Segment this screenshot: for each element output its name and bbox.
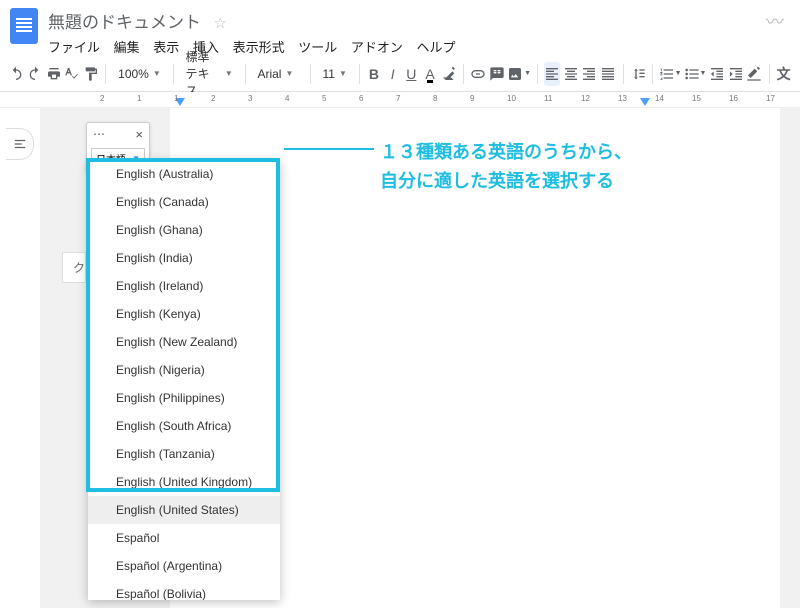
panel-drag-icon[interactable]: ⋯ [93,127,105,142]
language-option[interactable]: English (Australia) [88,160,280,188]
spellcheck-button[interactable] [64,62,81,86]
ruler-mark: 2 [211,94,215,103]
menu-view[interactable]: 表示 [153,40,179,55]
language-option[interactable]: English (Philippines) [88,384,280,412]
language-option[interactable]: Español (Argentina) [88,552,280,580]
language-dropdown[interactable]: English (Australia)English (Canada)Engli… [88,160,280,600]
redo-button[interactable] [27,62,44,86]
align-left-button[interactable] [544,62,561,86]
language-option[interactable]: English (United States) [88,496,280,524]
ruler-mark: 13 [618,94,627,103]
ruler-mark: 16 [729,94,738,103]
hint-chip: ク [62,252,86,283]
star-icon[interactable]: ☆ [213,15,226,32]
document-title[interactable]: 無題のドキュメント [48,13,201,32]
font-size-select[interactable]: 11▼ [317,67,353,81]
ruler-mark: 12 [581,94,590,103]
separator [359,64,360,84]
menu-help[interactable]: ヘルプ [416,40,455,55]
header: 無題のドキュメント ☆ ファイル 編集 表示 挿入 表示形式 ツール アドオン … [0,0,800,56]
ruler-mark: 10 [507,94,516,103]
separator [310,64,311,84]
language-option[interactable]: Español [88,524,280,552]
ruler-mark: 1 [174,94,178,103]
annotation-text: １３種類ある英語のうちから、 自分に適した英語を選択する [380,138,632,196]
language-option[interactable]: English (Ireland) [88,272,280,300]
activity-icon[interactable]: 〰 [766,8,784,34]
bulleted-list-button[interactable]: ▼ [684,62,707,86]
language-option[interactable]: English (Ghana) [88,216,280,244]
ruler-mark: 7 [396,94,400,103]
horizontal-ruler[interactable]: 21123456789101112131415161718 [0,92,800,108]
image-button[interactable]: ▼ [507,62,531,86]
docs-logo-icon[interactable] [10,8,38,44]
menu-format[interactable]: 表示形式 [233,40,285,55]
separator [652,64,653,84]
menu-tools[interactable]: ツール [298,40,337,55]
comment-button[interactable] [488,62,505,86]
separator [537,64,538,84]
language-option[interactable]: Español (Bolivia) [88,580,280,600]
indent-marker-right-icon[interactable] [640,98,650,106]
menu-edit[interactable]: 編集 [114,40,140,55]
language-option[interactable]: English (Kenya) [88,300,280,328]
menu-file[interactable]: ファイル [48,40,100,55]
align-center-button[interactable] [562,62,579,86]
ruler-mark: 5 [322,94,326,103]
align-justify-button[interactable] [600,62,617,86]
decrease-indent-button[interactable] [708,62,725,86]
language-option[interactable]: English (Canada) [88,188,280,216]
toolbar: 100%▼ 標準テキス...▼ Arial▼ 11▼ B I U A ▼ ▼ ▼… [0,56,800,92]
line-spacing-button[interactable] [629,62,646,86]
align-right-button[interactable] [581,62,598,86]
paint-format-button[interactable] [83,62,100,86]
outline-toggle[interactable] [6,128,34,160]
ruler-mark: 11 [544,94,552,103]
language-option[interactable]: English (United Kingdom) [88,468,280,496]
language-option[interactable]: English (India) [88,244,280,272]
text-color-button[interactable]: A [422,62,439,86]
zoom-select[interactable]: 100%▼ [112,67,167,81]
print-button[interactable] [45,62,62,86]
link-button[interactable] [470,62,487,86]
separator [463,64,464,84]
ruler-mark: 1 [137,94,141,103]
numbered-list-button[interactable]: ▼ [659,62,682,86]
menu-bar: ファイル 編集 表示 挿入 表示形式 ツール アドオン ヘルプ [48,37,766,56]
ruler-mark: 9 [470,94,474,103]
ruler-mark: 14 [655,94,664,103]
separator [623,64,624,84]
separator [173,64,174,84]
underline-button[interactable]: U [403,62,420,86]
highlight-button[interactable] [440,62,457,86]
language-option[interactable]: English (New Zealand) [88,328,280,356]
language-option[interactable]: English (South Africa) [88,412,280,440]
ruler-mark: 2 [100,94,104,103]
italic-button[interactable]: I [384,62,401,86]
separator [769,64,770,84]
close-icon[interactable]: × [135,127,143,142]
language-option[interactable]: English (Nigeria) [88,356,280,384]
separator [245,64,246,84]
ruler-mark: 8 [433,94,437,103]
menu-addons[interactable]: アドオン [351,40,403,55]
increase-indent-button[interactable] [727,62,744,86]
language-option[interactable]: English (Tanzania) [88,440,280,468]
font-select[interactable]: Arial▼ [251,67,303,81]
undo-button[interactable] [8,62,25,86]
ruler-mark: 6 [359,94,363,103]
clear-format-button[interactable] [746,62,763,86]
separator [105,64,106,84]
ruler-mark: 15 [692,94,701,103]
ruler-mark: 4 [285,94,289,103]
ruler-mark: 17 [766,94,775,103]
bold-button[interactable]: B [366,62,383,86]
outline-sidebar [0,108,40,608]
input-tools-button[interactable]: 文 [775,62,792,86]
ruler-mark: 3 [248,94,252,103]
annotation-pointer [284,148,374,150]
